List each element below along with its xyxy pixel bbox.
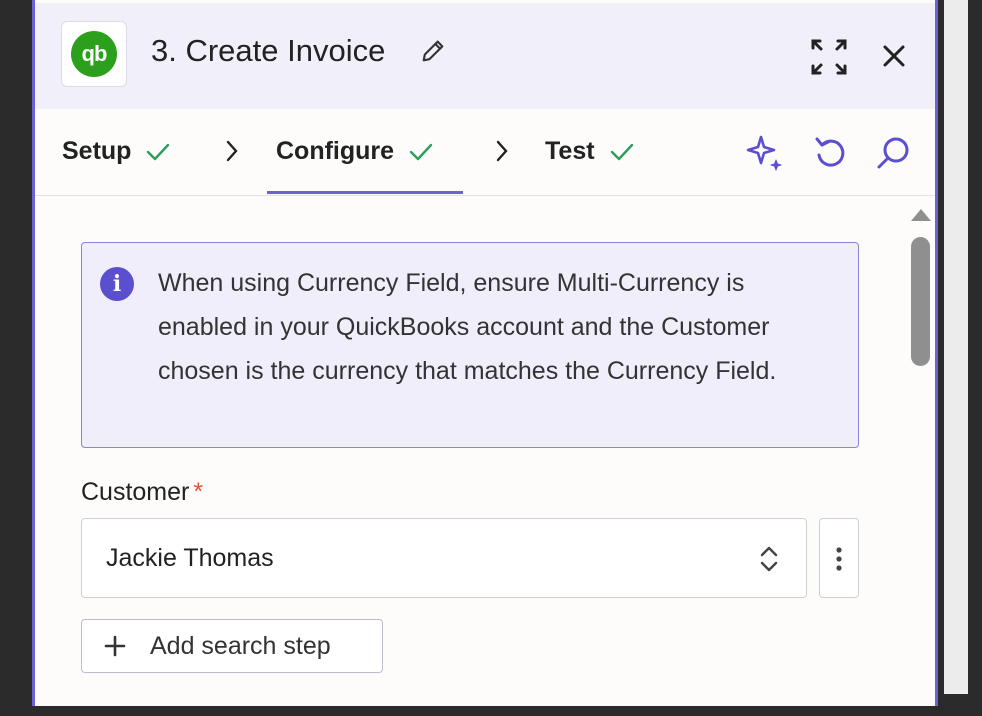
check-icon xyxy=(409,143,433,160)
quickbooks-logo-icon: qb xyxy=(71,31,117,77)
info-banner-text: When using Currency Field, ensure Multi-… xyxy=(158,269,777,385)
tab-label: Test xyxy=(545,137,595,165)
more-vertical-icon xyxy=(836,547,842,571)
add-search-step-button[interactable]: Add search step xyxy=(81,619,383,673)
chevron-up-down-icon xyxy=(760,546,778,572)
background-window xyxy=(944,0,982,694)
tab-label: Setup xyxy=(62,137,132,165)
check-icon xyxy=(147,143,170,160)
tab-setup[interactable]: Setup xyxy=(62,137,171,166)
customer-select[interactable]: Jackie Thomas xyxy=(81,518,807,598)
info-icon: i xyxy=(100,267,134,301)
customer-select-value: Jackie Thomas xyxy=(106,544,274,572)
tab-configure[interactable]: Configure xyxy=(276,137,434,166)
customer-label-text: Customer xyxy=(81,478,190,506)
customer-field-label: Customer * xyxy=(81,478,203,507)
chevron-right-icon xyxy=(226,140,238,162)
edit-title-icon[interactable] xyxy=(419,37,447,65)
search-icon[interactable] xyxy=(873,133,913,173)
info-banner: i When using Currency Field, ensure Mult… xyxy=(81,242,859,448)
chevron-right-icon xyxy=(496,140,508,162)
tab-label: Configure xyxy=(276,137,395,165)
panel-header: qb 3. Create Invoice xyxy=(35,3,935,109)
expand-icon[interactable] xyxy=(809,37,849,77)
configure-form: i When using Currency Field, ensure Mult… xyxy=(35,196,935,716)
customer-more-options-button[interactable] xyxy=(819,518,859,598)
active-tab-indicator xyxy=(267,191,463,194)
close-icon[interactable] xyxy=(881,43,907,69)
step-editor-panel: qb 3. Create Invoice Setup Configure Tes xyxy=(32,0,938,706)
scroll-up-arrow-icon[interactable] xyxy=(909,207,933,223)
sparkle-ai-icon[interactable] xyxy=(745,133,785,173)
add-search-step-label: Add search step xyxy=(150,631,331,660)
scrollbar-thumb[interactable] xyxy=(911,237,930,366)
required-marker: * xyxy=(193,478,204,506)
tab-test[interactable]: Test xyxy=(545,137,635,166)
undo-icon[interactable] xyxy=(811,133,851,173)
step-title[interactable]: 3. Create Invoice xyxy=(151,33,385,69)
plus-icon xyxy=(104,635,126,657)
step-tabs: Setup Configure Test xyxy=(35,109,935,196)
check-icon xyxy=(610,143,633,160)
app-logo: qb xyxy=(61,21,127,87)
